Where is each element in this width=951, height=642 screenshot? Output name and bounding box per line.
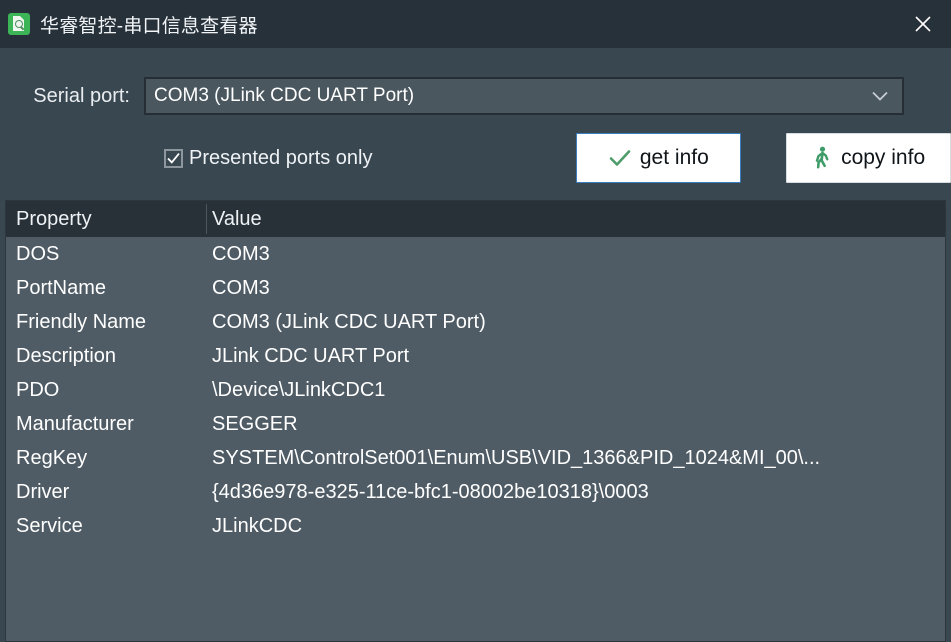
cell-property: Service (16, 514, 83, 537)
close-button[interactable] (895, 0, 951, 48)
presented-ports-only-checkbox[interactable]: Presented ports only (164, 147, 372, 170)
cell-value: JLink CDC UART Port (212, 344, 410, 367)
cell-value: \Device\JLinkCDC1 (212, 378, 386, 401)
cell-value: {4d36e978-e325-11ce-bfc1-08002be10318}\0… (212, 480, 649, 503)
cell-property: Driver (16, 480, 70, 503)
table-row[interactable]: Driver {4d36e978-e325-11ce-bfc1-08002be10… (6, 475, 945, 509)
cell-property: Friendly Name (16, 310, 147, 333)
cell-property: PDO (16, 378, 60, 401)
check-icon (167, 152, 180, 164)
cell-value: COM3 (212, 276, 270, 299)
cell-value: SYSTEM\ControlSet001\Enum\USB\VID_1366&P… (212, 446, 821, 469)
cell-value: JLinkCDC (212, 514, 303, 537)
checkbox-box (164, 148, 183, 168)
cell-property: PortName (16, 276, 107, 299)
column-header-property[interactable]: Property (6, 208, 206, 231)
main-window: 华睿智控-串口信息查看器 Serial port: COM3 (JLink CD… (0, 0, 951, 642)
port-info-table: Property Value DOS COM3 PortName COM3 Friend… (5, 200, 946, 642)
document-search-icon (8, 13, 30, 35)
cell-value: COM3 (JLink CDC UART Port) (212, 310, 486, 333)
check-icon (609, 149, 631, 167)
serial-port-label: Serial port: (33, 84, 130, 107)
table-row[interactable]: Description JLink CDC UART Port (6, 339, 945, 373)
serial-port-select[interactable]: COM3 (JLink CDC UART Port) (144, 77, 904, 115)
get-info-button[interactable]: get info (576, 133, 742, 183)
table-body: DOS COM3 PortName COM3 Friendly Name COM3 (JL… (6, 237, 945, 641)
actions-row: Presented ports only get info copy info (0, 130, 951, 186)
table-row[interactable]: RegKey SYSTEM\ControlSet001\Enum\USB\VID_… (6, 441, 945, 475)
cell-property: Manufacturer (16, 412, 134, 435)
column-divider[interactable] (206, 204, 207, 234)
table-row[interactable]: Service JLinkCDC (6, 509, 945, 543)
cell-property: Description (16, 344, 117, 367)
cell-property: RegKey (16, 446, 88, 469)
cell-property: DOS (16, 242, 60, 265)
cell-value: COM3 (212, 242, 270, 265)
walking-person-icon (812, 146, 832, 170)
table-header-row: Property Value (6, 201, 945, 237)
table-row[interactable]: PDO \Device\JLinkCDC1 (6, 373, 945, 407)
form-area: Serial port: COM3 (JLink CDC UART Port) … (0, 48, 951, 186)
table-row[interactable]: DOS COM3 (6, 237, 945, 271)
serial-port-selected-value: COM3 (JLink CDC UART Port) (154, 85, 415, 106)
chevron-down-icon (872, 91, 888, 101)
table-row[interactable]: PortName COM3 (6, 271, 945, 305)
serial-port-row: Serial port: COM3 (JLink CDC UART Port) (0, 76, 951, 116)
close-icon (915, 16, 931, 32)
checkbox-label: Presented ports only (189, 146, 373, 169)
copy-info-label: copy info (841, 146, 926, 169)
window-title: 华睿智控-串口信息查看器 (40, 15, 258, 37)
cell-value: SEGGER (212, 412, 298, 435)
copy-info-button[interactable]: copy info (786, 133, 951, 183)
column-header-value[interactable]: Value (206, 208, 945, 231)
get-info-label: get info (639, 146, 709, 169)
table-row[interactable]: Manufacturer SEGGER (6, 407, 945, 441)
table-row[interactable]: Friendly Name COM3 (JLink CDC UART Port) (6, 305, 945, 339)
title-bar: 华睿智控-串口信息查看器 (0, 0, 951, 48)
